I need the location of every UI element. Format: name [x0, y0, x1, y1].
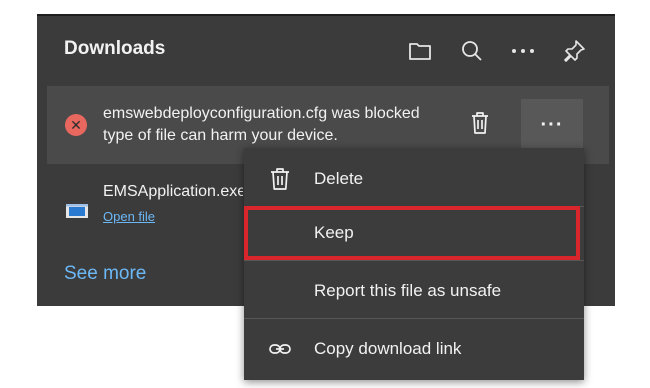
delete-download-button[interactable] [465, 108, 495, 138]
menu-item-label: Keep [314, 223, 354, 242]
error-icon: ✕ [65, 114, 87, 136]
folder-icon[interactable] [405, 36, 435, 66]
see-more-link[interactable]: See more [64, 263, 146, 285]
blocked-message-line1: emswebdeployconfiguration.cfg was blocke… [103, 105, 420, 122]
menu-item-copy-link[interactable]: Copy download link [244, 320, 584, 378]
menu-item-delete[interactable]: Delete [244, 150, 584, 208]
link-icon [269, 344, 291, 354]
trash-icon [271, 168, 289, 190]
menu-divider [244, 260, 584, 261]
download-file-name[interactable]: EMSApplication.exe [103, 183, 243, 201]
menu-item-report-unsafe[interactable]: Report this file as unsafe [244, 262, 584, 320]
menu-item-keep[interactable]: Keep [244, 206, 584, 260]
menu-divider [244, 318, 584, 319]
trash-icon [472, 112, 488, 134]
pin-icon[interactable] [559, 36, 589, 66]
context-menu: Delete Keep Report this file as unsafe C… [244, 148, 584, 380]
exe-file-icon [66, 204, 88, 223]
menu-item-label: Delete [314, 169, 364, 188]
more-options-icon[interactable] [508, 36, 538, 66]
menu-item-label: Copy download link [314, 339, 462, 358]
item-more-button[interactable]: ··· [521, 99, 583, 151]
open-file-link[interactable]: Open file [103, 209, 155, 224]
blocked-message-line2: type of file can harm your device. [103, 127, 338, 144]
panel-title: Downloads [64, 38, 166, 59]
search-icon[interactable] [457, 36, 487, 66]
blocked-message: emswebdeployconfiguration.cfg was blocke… [103, 103, 458, 147]
menu-item-label: Report this file as unsafe [314, 281, 502, 300]
